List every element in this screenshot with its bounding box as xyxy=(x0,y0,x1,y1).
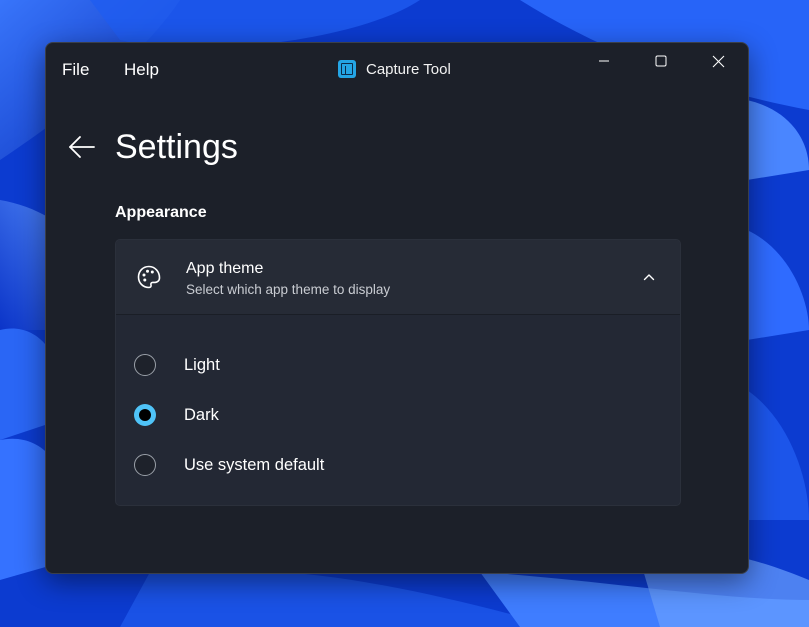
back-button[interactable] xyxy=(64,129,100,165)
minimize-button[interactable] xyxy=(576,43,632,79)
theme-option-label: Use system default xyxy=(184,455,325,474)
radio-system-default[interactable] xyxy=(134,454,156,476)
arrow-left-icon xyxy=(69,136,95,158)
app-window: File Help Capture Tool Settings Appearan… xyxy=(45,42,749,574)
app-theme-expander: App theme Select which app theme to disp… xyxy=(115,239,681,506)
app-theme-description: Select which app theme to display xyxy=(186,282,391,297)
maximize-button[interactable] xyxy=(633,43,689,79)
app-theme-expander-header[interactable]: App theme Select which app theme to disp… xyxy=(116,240,680,315)
capture-tool-icon xyxy=(338,60,356,78)
theme-option-label: Dark xyxy=(184,405,219,424)
app-name: Capture Tool xyxy=(366,60,451,78)
app-theme-title: App theme xyxy=(186,260,264,277)
close-button[interactable] xyxy=(690,43,746,79)
section-title-appearance: Appearance xyxy=(115,204,207,221)
theme-option-dark[interactable]: Dark xyxy=(134,401,219,429)
close-icon xyxy=(712,55,724,67)
theme-option-light[interactable]: Light xyxy=(134,351,220,379)
page-title: Settings xyxy=(115,128,238,166)
minimize-icon xyxy=(599,60,609,62)
chevron-up-icon[interactable] xyxy=(638,266,660,288)
palette-icon xyxy=(137,265,161,289)
maximize-icon xyxy=(655,55,667,67)
window-title: Capture Tool xyxy=(338,58,451,80)
radio-dark[interactable] xyxy=(134,404,156,426)
radio-light[interactable] xyxy=(134,354,156,376)
theme-option-label: Light xyxy=(184,355,220,374)
menu-help[interactable]: Help xyxy=(124,60,159,80)
theme-option-system-default[interactable]: Use system default xyxy=(134,451,324,479)
menu-file[interactable]: File xyxy=(62,60,89,80)
